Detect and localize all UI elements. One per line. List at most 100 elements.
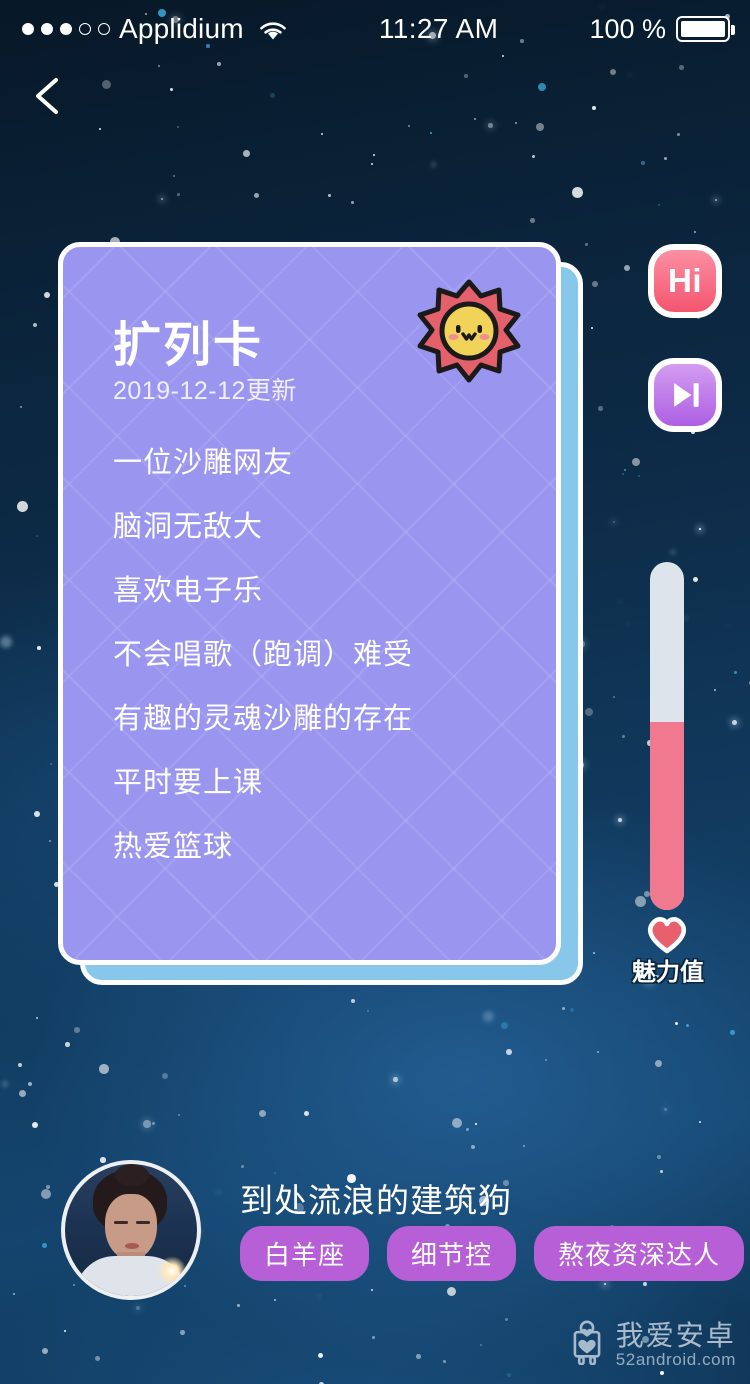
star-dot [627,623,630,626]
star-dot [655,1060,662,1067]
star-dot [591,327,593,329]
profile-tag[interactable]: 细节控 [387,1226,517,1281]
star-dot [585,243,588,246]
watermark-title: 我爱安卓 [615,1320,736,1352]
star-dot [178,1114,181,1117]
status-bar: Applidium 11:27 AM 100 % [0,0,750,58]
star-dot [254,193,260,199]
back-button[interactable] [22,68,78,124]
card-line: 平时要上课 [113,767,264,799]
star-dot [658,204,660,206]
star-dot [170,88,174,92]
star-dot [158,65,161,68]
signal-strength-icon [22,23,110,35]
star-dot [36,535,38,537]
star-dot [270,93,276,99]
star-dot [483,1011,494,1022]
signal-dot [22,23,34,35]
profile-tag[interactable]: 白羊座 [240,1226,370,1281]
star-dot [34,811,40,817]
card-line-list: 一位沙雕网友 脑洞无敌大 喜欢电子乐 不会唱歌（跑调）难受 有趣的灵魂沙雕的存在… [113,449,532,897]
star-dot [99,128,102,131]
star-dot [372,1336,375,1339]
star-dot [373,154,375,156]
star-dot [474,118,477,121]
say-hi-label: Hi [668,262,702,299]
star-dot [162,1073,169,1080]
star-dot [585,708,594,717]
star-dot [102,80,112,90]
star-dot [618,818,622,822]
star-dot [592,106,596,110]
star-dot [727,625,729,627]
star-dot [408,125,411,128]
signal-dot [41,23,53,35]
app-screen: Applidium 11:27 AM 100 % 扩列卡 2019-12-12更… [0,0,750,1384]
star-dot [545,1059,548,1062]
watermark-url: 52android.com [615,1349,736,1369]
signal-dot [79,23,91,35]
signal-dot [98,23,110,35]
star-dot [641,161,646,166]
card-line: 热爱篮球 [113,831,234,863]
star-dot [431,162,437,168]
watermark: 我爱安卓 52android.com [568,1320,736,1370]
star-dot [173,175,175,177]
star-dot [136,1306,140,1310]
star-dot [480,1344,483,1347]
star-dot [475,1123,477,1125]
watermark-text: 我爱安卓 52android.com [616,1321,736,1368]
star-dot [660,1371,665,1376]
star-dot [693,577,699,583]
star-dot [351,999,356,1004]
star-dot [506,1049,512,1055]
star-dot [734,671,737,674]
star-dot [37,646,41,650]
star-dot [505,1318,509,1322]
star-dot [452,1118,463,1129]
star-dot [19,1090,27,1098]
star-dot [622,735,626,739]
star-dot [613,521,616,524]
profile-card[interactable]: 扩列卡 2019-12-12更新 一位沙雕网友 脑洞无敌大 喜欢电子乐 不会唱歌… [58,242,561,965]
star-dot [371,163,373,165]
android-mascot-icon [568,1320,606,1370]
star-dot [515,122,518,125]
charm-meter-track[interactable] [650,562,684,910]
star-dot [18,1063,22,1067]
profile-tag[interactable]: 熬夜资深达人 [534,1226,745,1281]
star-dot [657,1155,662,1160]
star-dot [715,199,717,201]
star-dot [622,473,624,475]
star-dot [619,601,621,603]
star-dot [632,458,641,467]
star-dot [664,1108,667,1111]
star-dot [393,1077,398,1082]
carrier-label: Applidium [119,13,244,44]
card-line: 脑洞无敌大 [113,511,264,543]
star-dot [670,549,677,556]
next-card-button[interactable] [648,358,722,432]
star-dot [679,65,684,70]
star-dot [530,218,535,223]
avatar[interactable] [61,1160,201,1300]
star-dot [17,501,28,512]
star-dot [532,155,536,159]
battery-percent-label: 100 % [589,13,666,44]
star-dot [259,1110,267,1118]
star-dot [714,689,716,691]
star-dot [50,763,53,766]
star-dot [367,1010,369,1012]
star-dot [74,1027,80,1033]
say-hi-button[interactable]: Hi [648,244,722,318]
star-dot [64,1330,66,1332]
profile-bar: 到处流浪的建筑狗 白羊座 细节控 熬夜资深达人 [0,1160,750,1300]
star-dot [572,187,583,198]
star-dot [501,1022,509,1030]
star-dot [613,696,615,698]
sun-sticker-icon [414,279,524,385]
star-dot [33,323,38,328]
star-dot [686,1024,689,1027]
star-dot [32,1122,39,1129]
star-dot [237,1304,240,1307]
